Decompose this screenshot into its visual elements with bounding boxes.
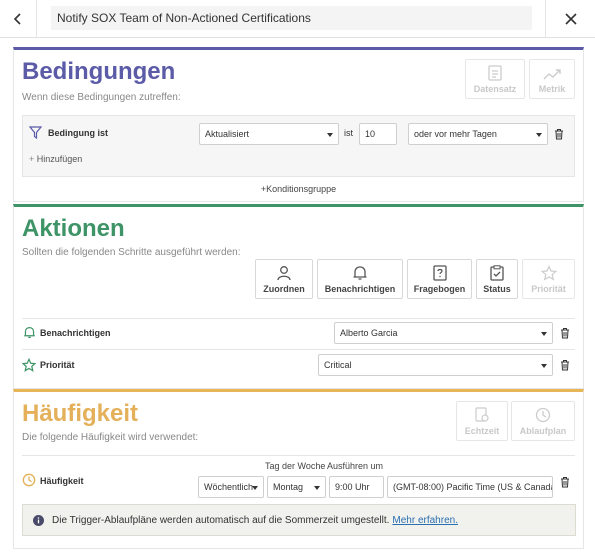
trash-icon[interactable] (560, 476, 570, 488)
notify-row-label: Benachrichtigen (40, 328, 111, 338)
notify-recipient-value: Alberto Garcia (340, 328, 398, 338)
ist-label: ist (344, 128, 353, 138)
status-tile[interactable]: Status (476, 259, 518, 299)
condition-group: Bedingung ist Aktualisiert ist 10 oder v… (22, 115, 575, 177)
condition-label: Bedingung ist (48, 128, 108, 138)
add-condition-button[interactable]: + Hinzufügen (29, 154, 82, 164)
back-button[interactable] (0, 0, 37, 38)
metrik-label: Metrik (538, 84, 566, 94)
bell-icon (24, 327, 35, 338)
prioritaet-label: Priorität (531, 284, 566, 294)
clock-icon (22, 473, 36, 487)
conditions-subtitle: Wenn diese Bedingungen zutreffen: (22, 92, 181, 103)
actions-subtitle: Sollten die folgenden Schritte ausgeführ… (22, 247, 241, 258)
trash-icon[interactable] (560, 327, 570, 339)
star-icon (540, 265, 557, 281)
timezone-select[interactable]: (GMT-08:00) Pacific Time (US & Canada) (387, 476, 553, 498)
benachrichtigen-label: Benachrichtigen (324, 284, 396, 294)
zuordnen-label: Zuordnen (263, 284, 305, 294)
notify-recipient-select[interactable]: Alberto Garcia (334, 322, 553, 344)
priority-value: Critical (324, 360, 352, 370)
echtzeit-tile[interactable]: Echtzeit (456, 401, 508, 441)
ablaufplan-tile[interactable]: Ablaufplan (511, 401, 575, 441)
add-condition-group-label: Konditionsgruppe (266, 184, 337, 194)
close-button[interactable] (545, 0, 595, 38)
condition-operator-value: Aktualisiert (205, 129, 250, 139)
dst-info-banner: Die Trigger-Ablaufpläne werden automatis… (22, 504, 576, 536)
filter-icon (29, 126, 42, 139)
zuordnen-tile[interactable]: Zuordnen (255, 259, 313, 299)
benachrichtigen-tile[interactable]: Benachrichtigen (317, 259, 403, 299)
datensatz-tile[interactable]: Datensatz (465, 59, 525, 99)
document-icon (488, 65, 502, 81)
frequency-row-label: Häufigkeit (40, 476, 84, 486)
divider (22, 318, 575, 319)
star-icon (22, 358, 36, 372)
status-label: Status (483, 284, 511, 294)
priority-select[interactable]: Critical (318, 354, 553, 376)
close-icon (564, 13, 577, 25)
timezone-value: (GMT-08:00) Pacific Time (US & Canada) (393, 482, 553, 492)
interval-value: Wöchentlich (204, 482, 254, 492)
period-value: oder vor mehr Tagen (414, 129, 497, 139)
learn-more-link[interactable]: Mehr erfahren. (392, 515, 458, 526)
trash-icon[interactable] (560, 359, 570, 371)
interval-select[interactable]: Wöchentlich (198, 476, 264, 498)
divider (22, 455, 575, 456)
add-condition-group-button[interactable]: +Konditionsgruppe (14, 184, 583, 194)
trend-icon (543, 69, 561, 80)
conditions-section: Bedingungen Wenn diese Bedingungen zutre… (13, 47, 584, 202)
add-condition-label: Hinzufügen (36, 154, 83, 164)
top-bar: Notify SOX Team of Non-Actioned Certific… (0, 0, 595, 38)
divider (22, 349, 575, 350)
trash-icon[interactable] (554, 128, 564, 140)
day-of-week-header: Tag der Woche (265, 461, 326, 471)
actions-section: Aktionen Sollten die folgenden Schritte … (13, 204, 584, 389)
days-input[interactable]: 10 (359, 123, 397, 145)
prioritaet-tile[interactable]: Priorität (522, 259, 575, 299)
run-at-header: Ausführen um (327, 461, 384, 471)
frequency-subtitle: Die folgende Häufigkeit wird verwendet: (22, 432, 199, 443)
frequency-section: Häufigkeit Die folgende Häufigkeit wird … (13, 389, 584, 549)
days-value: 10 (365, 129, 376, 139)
echtzeit-label: Echtzeit (464, 426, 500, 436)
datensatz-label: Datensatz (473, 84, 517, 94)
rule-name-input[interactable]: Notify SOX Team of Non-Actioned Certific… (51, 6, 532, 30)
realtime-icon (475, 407, 489, 422)
condition-operator-select[interactable]: Aktualisiert (199, 123, 339, 145)
bell-icon (353, 266, 367, 280)
info-icon (33, 514, 44, 526)
period-select[interactable]: oder vor mehr Tagen (408, 123, 548, 145)
frequency-title: Häufigkeit (22, 400, 139, 427)
day-select[interactable]: Montag (267, 476, 326, 498)
chevron-left-icon (13, 13, 21, 25)
ablaufplan-label: Ablaufplan (519, 426, 567, 436)
day-value: Montag (273, 482, 304, 492)
actions-title: Aktionen (22, 215, 125, 242)
fragebogen-tile[interactable]: Fragebogen (407, 259, 472, 299)
conditions-title: Bedingungen (22, 58, 176, 85)
plus-icon: + (29, 154, 35, 164)
fragebogen-label: Fragebogen (413, 284, 466, 294)
time-select[interactable]: 9:00 Uhr (329, 476, 384, 498)
questionnaire-icon (432, 265, 447, 281)
metrik-tile[interactable]: Metrik (529, 59, 575, 99)
user-icon (277, 266, 291, 281)
time-value: 9:00 Uhr (335, 482, 370, 492)
clock-icon (535, 407, 551, 423)
priority-row-label: Priorität (40, 360, 75, 370)
dst-info-text: Die Trigger-Ablaufpläne werden automatis… (52, 514, 390, 526)
clipboard-check-icon (490, 265, 504, 281)
